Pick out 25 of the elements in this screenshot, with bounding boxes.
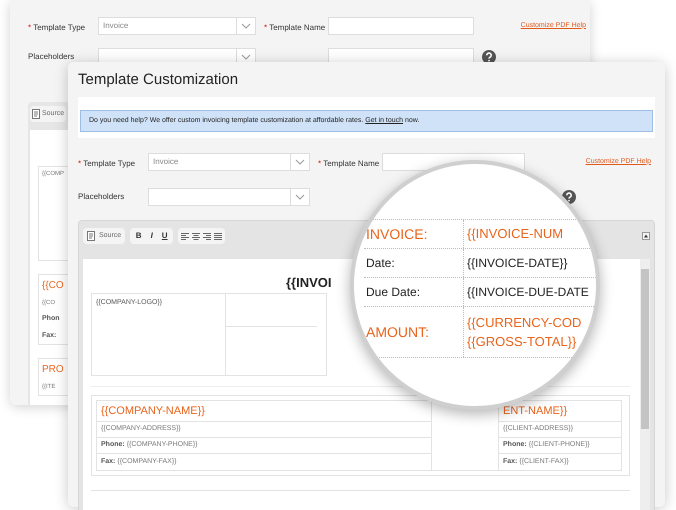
placeholder-text: {{COMPANY-NAME}} (97, 401, 431, 422)
placeholder-text: {{GROSS-TOTAL}} (467, 333, 578, 351)
field-label: INVOICE: (364, 220, 464, 248)
placeholder-text: {{INVOICE-DUE-DATE (467, 284, 589, 301)
field-label: * Template Name (264, 23, 326, 32)
window-title: Template Customization (78, 71, 238, 88)
template-type-select[interactable]: Invoice (98, 17, 256, 35)
format-button[interactable]: U (159, 230, 170, 242)
document-heading: {{INVOI (286, 274, 332, 292)
format-button[interactable]: B (133, 230, 144, 242)
template-type-select[interactable]: Invoice (148, 153, 310, 171)
format-button[interactable]: I (146, 230, 158, 242)
field-label: Due Date: (364, 278, 464, 306)
field-label: Placeholders (78, 191, 126, 203)
field-label: * Template Type (28, 23, 86, 32)
placeholder-text: {{INVOICE-DATE}} (467, 255, 568, 272)
field-label: AMOUNT: (364, 307, 464, 357)
field-label: Date: (364, 249, 464, 277)
field-label: * Template Name (318, 159, 380, 168)
field-label: Placeholders (28, 51, 76, 63)
placeholder-text: PRO (42, 363, 64, 377)
field-label: * Template Type (78, 159, 136, 168)
placeholder-text: {{INVOICE-NUM (467, 225, 564, 244)
placeholder-text: {{CO (42, 279, 64, 293)
placeholder-text: {{CURRENCY-COD (467, 314, 582, 332)
